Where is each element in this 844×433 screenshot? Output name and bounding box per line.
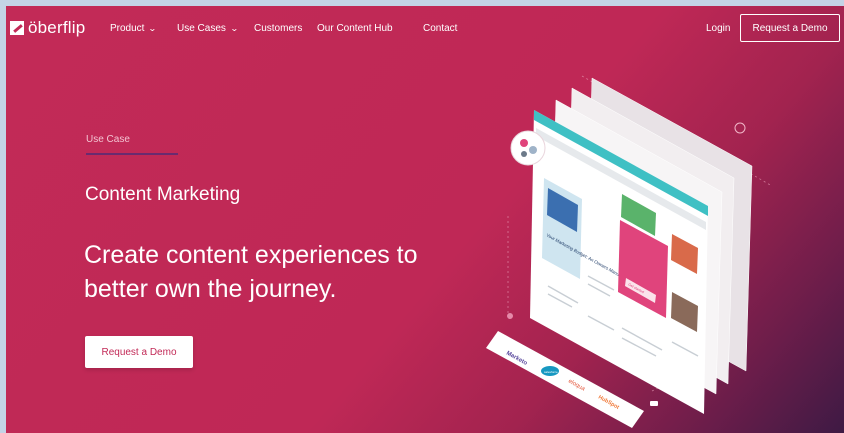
content-experience-illustration: Your Marketing Budget: An Owners Manual … <box>486 75 773 428</box>
page-subtitle: Content Marketing <box>85 184 241 205</box>
nav-item-customers[interactable]: Customers <box>254 23 302 34</box>
nav-item-product[interactable]: Product ⌄ <box>110 23 158 34</box>
top-nav: öberflip Product ⌄ Use Cases ⌄ Customers O… <box>6 6 844 52</box>
request-demo-button[interactable]: Request a Demo <box>85 336 193 368</box>
decor-circle <box>734 122 746 134</box>
logo[interactable]: öberflip <box>10 18 85 38</box>
nav-item-use-cases[interactable]: Use Cases ⌄ <box>177 23 239 34</box>
partner-logo-salesforce: salesforce <box>544 370 558 374</box>
nav-item-label: Contact <box>423 23 458 34</box>
logo-mark-icon <box>10 21 24 35</box>
nav-item-label: Product <box>110 23 145 34</box>
nav-item-content-hub[interactable]: Our Content Hub <box>317 23 393 34</box>
hero-section: öberflip Product ⌄ Use Cases ⌄ Customers O… <box>6 6 844 433</box>
nav-item-label: Customers <box>254 23 303 34</box>
nav-item-contact[interactable]: Contact <box>423 23 457 34</box>
login-link[interactable]: Login <box>706 23 730 34</box>
chevron-down-icon: ⌄ <box>148 24 158 33</box>
people-badge-icon <box>510 130 546 166</box>
nav-item-label: Use Cases <box>177 23 226 34</box>
logo-text: öberflip <box>28 18 86 37</box>
eyebrow-label: Use Case <box>86 134 130 145</box>
request-demo-nav-button[interactable]: Request a Demo <box>740 14 840 42</box>
chevron-down-icon: ⌄ <box>229 24 239 33</box>
eyebrow-divider <box>86 153 178 155</box>
nav-item-label: Our Content Hub <box>317 23 393 34</box>
hero-headline: Create content experiences to better own… <box>84 241 418 303</box>
connector-node <box>650 401 658 406</box>
decor-dot <box>507 313 513 319</box>
